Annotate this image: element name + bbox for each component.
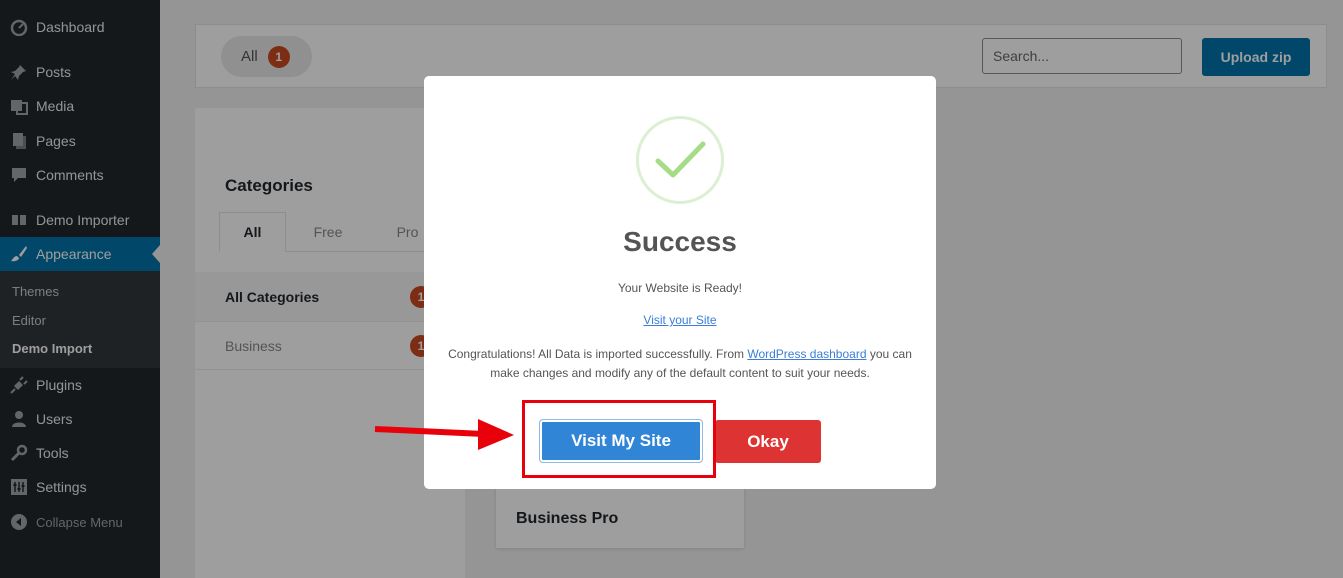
red-arrow-icon bbox=[374, 419, 514, 450]
highlight-box bbox=[522, 400, 716, 478]
visit-site-link[interactable]: Visit your Site bbox=[643, 313, 716, 327]
visit-site-link-wrap: Visit your Site bbox=[424, 313, 936, 327]
message-prefix: Congratulations! All Data is imported su… bbox=[448, 347, 748, 361]
success-check-icon bbox=[636, 116, 724, 204]
dialog-subtitle: Your Website is Ready! bbox=[617, 281, 743, 295]
dialog-message: Congratulations! All Data is imported su… bbox=[444, 345, 916, 383]
okay-button[interactable]: Okay bbox=[715, 420, 821, 463]
dialog-title: Success bbox=[623, 226, 737, 257]
wordpress-dashboard-link[interactable]: WordPress dashboard bbox=[747, 347, 866, 361]
